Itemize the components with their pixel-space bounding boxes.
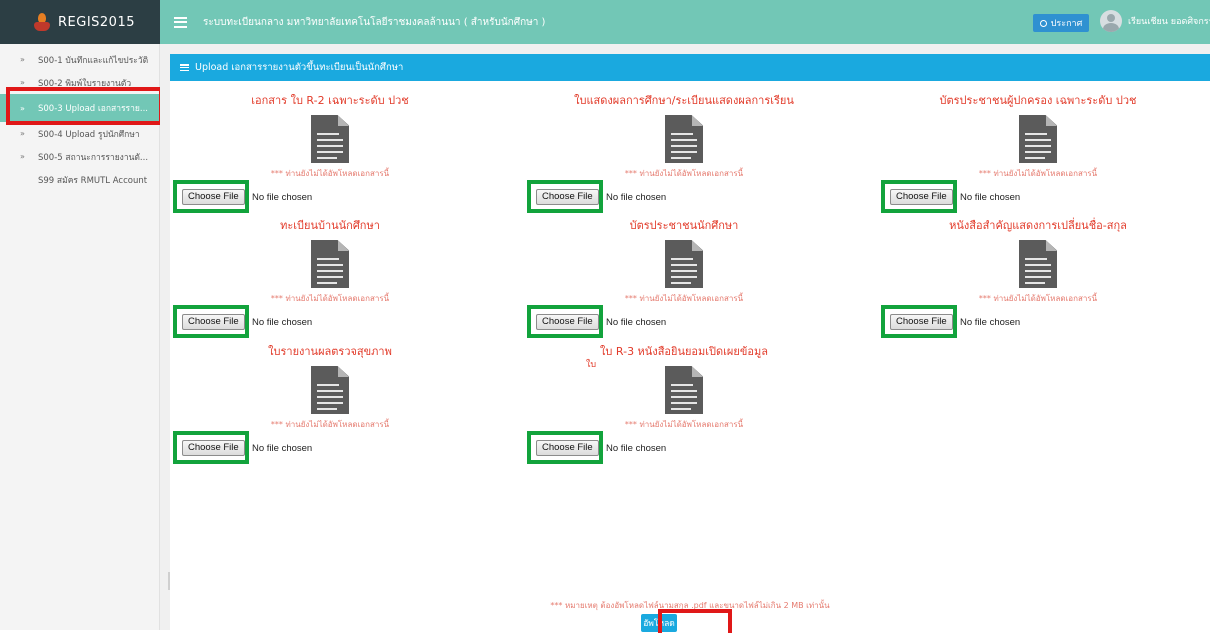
chevron-right-icon: » bbox=[20, 78, 25, 87]
file-input[interactable]: Choose File No file chosen bbox=[524, 179, 844, 213]
sidebar-item-label: S00-3 Upload เอกสารราย... bbox=[38, 104, 148, 114]
list-icon bbox=[180, 64, 189, 71]
university-logo-icon bbox=[34, 13, 50, 31]
doc-slot-house-reg: ทะเบียนบ้านนักศึกษา *** ท่านยังไม่ได้อัพ… bbox=[170, 218, 490, 338]
document-icon bbox=[665, 240, 703, 288]
choose-file-button[interactable]: Choose File bbox=[536, 189, 599, 205]
choose-file-button[interactable]: Choose File bbox=[182, 314, 245, 330]
sidebar-item-s00-1[interactable]: » S00-1 บันทึกและแก้ไขประวัติ bbox=[0, 48, 159, 71]
file-status-text: No file chosen bbox=[252, 443, 313, 454]
document-icon bbox=[1019, 115, 1057, 163]
doc-title: เอกสาร ใบ R-2 เฉพาะระดับ ปวช bbox=[251, 94, 409, 107]
sidebar-item-s00-3[interactable]: » S00-3 Upload เอกสารราย... bbox=[0, 94, 159, 122]
panel-title: Upload เอกสารรายงานตัวขึ้นทะเบียนเป็นนัก… bbox=[195, 62, 404, 73]
doc-status: *** ท่านยังไม่ได้อัพโหลดเอกสารนี้ bbox=[270, 420, 390, 429]
chevron-right-icon: » bbox=[20, 55, 25, 64]
document-icon bbox=[1019, 240, 1057, 288]
sidebar-item-s00-2[interactable]: » S00-2 พิมพ์ใบรายงานตัว bbox=[0, 71, 159, 94]
avatar bbox=[1100, 10, 1122, 32]
main-content: Upload เอกสารรายงานตัวขึ้นทะเบียนเป็นนัก… bbox=[160, 44, 1210, 632]
doc-slot-name-change: หนังสือสำคัญแสดงการเปลี่ยนชื่อ-สกุล *** … bbox=[878, 218, 1198, 338]
choose-file-button[interactable]: Choose File bbox=[890, 189, 953, 205]
doc-slot-parent-id: บัตรประชาชนผู้ปกครอง เฉพาะระดับ ปวช *** … bbox=[878, 93, 1198, 213]
document-icon bbox=[311, 115, 349, 163]
document-icon bbox=[311, 240, 349, 288]
file-input[interactable]: Choose File No file chosen bbox=[170, 304, 490, 338]
chevron-right-icon: » bbox=[20, 152, 25, 161]
upload-submit-button[interactable]: อัพโหลด bbox=[641, 614, 677, 632]
sidebar-item-label: S00-1 บันทึกและแก้ไขประวัติ bbox=[38, 55, 149, 66]
chevron-right-icon: » bbox=[20, 103, 25, 113]
upload-note: *** หมายเหตุ ต้องอัพโหลดไฟล์นามสกุล .pdf… bbox=[550, 601, 830, 610]
sidebar-item-s00-4[interactable]: » S00-4 Upload รูปนักศึกษา bbox=[0, 122, 159, 145]
sidebar-item-label: S00-4 Upload รูปนักศึกษา bbox=[38, 129, 140, 140]
doc-title: บัตรประชาชนผู้ปกครอง เฉพาะระดับ ปวช bbox=[939, 94, 1137, 107]
file-status-text: No file chosen bbox=[606, 317, 667, 328]
doc-title: ใบแสดงผลการศึกษา/ระเบียนแสดงผลการเรียน bbox=[574, 94, 794, 107]
doc-status: *** ท่านยังไม่ได้อัพโหลดเอกสารนี้ bbox=[978, 169, 1098, 178]
file-input[interactable]: Choose File No file chosen bbox=[878, 304, 1198, 338]
brand[interactable]: REGIS2015 bbox=[0, 0, 160, 44]
doc-slot-transcript: ใบแสดงผลการศึกษา/ระเบียนแสดงผลการเรียน *… bbox=[524, 93, 844, 213]
doc-title: ใบรายงานผลตรวจสุขภาพ bbox=[268, 345, 392, 358]
doc-title: ทะเบียนบ้านนักศึกษา bbox=[280, 219, 380, 232]
doc-title: ใบ R-3 หนังสือยินยอมเปิดเผยข้อมูล bbox=[600, 345, 768, 358]
document-icon bbox=[311, 366, 349, 414]
file-input[interactable]: Choose File No file chosen bbox=[524, 430, 844, 464]
doc-slot-student-id: บัตรประชาชนนักศึกษา *** ท่านยังไม่ได้อัพ… bbox=[524, 218, 844, 338]
doc-slot-health: ใบรายงานผลตรวจสุขภาพ *** ท่านยังไม่ได้อั… bbox=[170, 344, 490, 464]
document-icon bbox=[665, 366, 703, 414]
sidebar: » S00-1 บันทึกและแก้ไขประวัติ » S00-2 พิ… bbox=[0, 44, 160, 630]
doc-slot-r3: ใบ R-3 หนังสือยินยอมเปิดเผยข้อมูล *** ท่… bbox=[524, 344, 844, 464]
choose-file-button[interactable]: Choose File bbox=[536, 440, 599, 456]
file-status-text: No file chosen bbox=[606, 192, 667, 203]
choose-file-button[interactable]: Choose File bbox=[182, 189, 245, 205]
sidebar-item-label: S99 สมัคร RMUTL Account bbox=[38, 175, 148, 186]
choose-file-button[interactable]: Choose File bbox=[890, 314, 953, 330]
stray-text: ใบ bbox=[586, 360, 597, 370]
file-status-text: No file chosen bbox=[960, 317, 1021, 328]
doc-status: *** ท่านยังไม่ได้อัพโหลดเอกสารนี้ bbox=[624, 420, 744, 429]
upload-panel: Upload เอกสารรายงานตัวขึ้นทะเบียนเป็นนัก… bbox=[170, 54, 1210, 632]
doc-status: *** ท่านยังไม่ได้อัพโหลดเอกสารนี้ bbox=[270, 169, 390, 178]
file-status-text: No file chosen bbox=[252, 192, 313, 203]
file-input[interactable]: Choose File No file chosen bbox=[524, 304, 844, 338]
sidebar-item-label: S00-2 พิมพ์ใบรายงานตัว bbox=[38, 78, 132, 89]
doc-title: บัตรประชาชนนักศึกษา bbox=[629, 219, 739, 232]
menu-toggle-icon[interactable] bbox=[174, 16, 187, 28]
file-input[interactable]: Choose File No file chosen bbox=[170, 430, 490, 464]
choose-file-button[interactable]: Choose File bbox=[536, 314, 599, 330]
user-menu[interactable]: เรียนเชียน ยอดศิจกรรม bbox=[1100, 10, 1210, 32]
brand-name: REGIS2015 bbox=[58, 14, 135, 30]
announce-button[interactable]: ประกาศ bbox=[1033, 14, 1089, 32]
panel-header: Upload เอกสารรายงานตัวขึ้นทะเบียนเป็นนัก… bbox=[170, 54, 1210, 81]
sidebar-item-s99[interactable]: S99 สมัคร RMUTL Account bbox=[0, 168, 159, 191]
file-input[interactable]: Choose File No file chosen bbox=[170, 179, 490, 213]
bell-icon bbox=[1039, 19, 1047, 27]
file-status-text: No file chosen bbox=[606, 443, 667, 454]
system-title: ระบบทะเบียนกลาง มหาวิทยาลัยเทคโนโลยีราชม… bbox=[203, 16, 546, 28]
choose-file-button[interactable]: Choose File bbox=[182, 440, 245, 456]
sidebar-item-label: S00-5 สถานะการรายงานตั... bbox=[38, 152, 149, 163]
doc-status: *** ท่านยังไม่ได้อัพโหลดเอกสารนี้ bbox=[270, 294, 390, 303]
doc-slot-r2: เอกสาร ใบ R-2 เฉพาะระดับ ปวช *** ท่านยัง… bbox=[170, 93, 490, 213]
user-name: เรียนเชียน ยอดศิจกรรม bbox=[1128, 17, 1210, 27]
doc-title: หนังสือสำคัญแสดงการเปลี่ยนชื่อ-สกุล bbox=[949, 219, 1127, 232]
doc-status: *** ท่านยังไม่ได้อัพโหลดเอกสารนี้ bbox=[978, 294, 1098, 303]
file-status-text: No file chosen bbox=[960, 192, 1021, 203]
top-bar: REGIS2015 ระบบทะเบียนกลาง มหาวิทยาลัยเทค… bbox=[0, 0, 1210, 44]
scroll-edge bbox=[168, 572, 170, 590]
announce-label: ประกาศ bbox=[1050, 19, 1083, 29]
file-input[interactable]: Choose File No file chosen bbox=[878, 179, 1198, 213]
nav-bar: ระบบทะเบียนกลาง มหาวิทยาลัยเทคโนโลยีราชม… bbox=[160, 0, 1210, 44]
file-status-text: No file chosen bbox=[252, 317, 313, 328]
doc-status: *** ท่านยังไม่ได้อัพโหลดเอกสารนี้ bbox=[624, 294, 744, 303]
chevron-right-icon: » bbox=[20, 129, 25, 138]
sidebar-item-s00-5[interactable]: » S00-5 สถานะการรายงานตั... bbox=[0, 145, 159, 168]
document-icon bbox=[665, 115, 703, 163]
doc-status: *** ท่านยังไม่ได้อัพโหลดเอกสารนี้ bbox=[624, 169, 744, 178]
